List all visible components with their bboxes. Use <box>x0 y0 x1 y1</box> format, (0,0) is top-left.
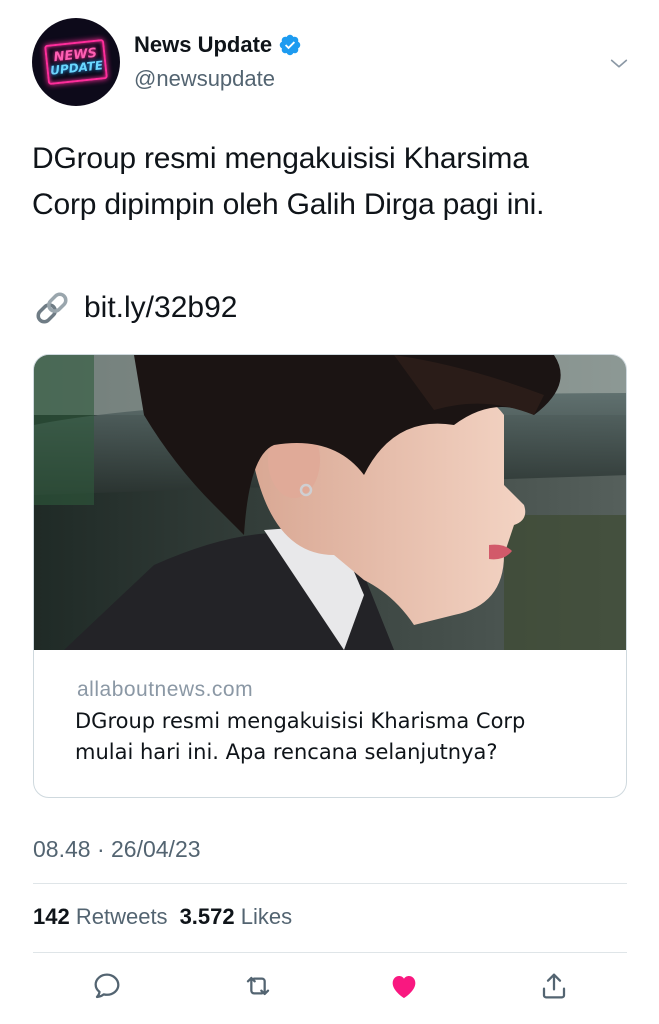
news-update-logo: NEWS UPDATE <box>44 38 108 86</box>
short-link[interactable]: bit.ly/32b92 <box>84 291 237 325</box>
share-icon <box>542 973 566 999</box>
reply-button[interactable] <box>89 968 125 1004</box>
likes-count: 3.572 <box>179 904 235 929</box>
tweet-link-row: bit.ly/32b92 <box>32 288 237 328</box>
user-handle[interactable]: @newsupdate <box>134 66 275 92</box>
tweet-header: NEWS UPDATE News Update @newsupdate <box>32 18 632 108</box>
name-row: News Update <box>134 32 302 58</box>
retweets-stat[interactable]: 142 Retweets <box>33 904 168 930</box>
avatar[interactable]: NEWS UPDATE <box>32 18 120 106</box>
tweet-timestamp[interactable]: 08.48 · 26/04/23 <box>33 836 201 863</box>
card-image <box>34 355 626 650</box>
chevron-down-icon[interactable] <box>608 53 630 75</box>
tweet-text-line: DGroup resmi mengakuisisi Kharsima <box>32 142 529 175</box>
retweet-icon <box>246 976 270 996</box>
card-title-line: mulai hari ini. Apa rencana selanjutnya? <box>75 740 498 764</box>
card-domain: allaboutnews.com <box>77 678 254 701</box>
card-title-line: DGroup resmi mengakuisisi Kharisma Corp <box>75 709 526 733</box>
action-bar <box>0 968 659 1008</box>
tweet-text: DGroup resmi mengakuisisi Kharsima Corp … <box>32 136 632 228</box>
divider <box>33 883 627 884</box>
engagement-stats: 142 Retweets 3.572 Likes <box>33 904 292 930</box>
divider <box>33 952 627 953</box>
display-name[interactable]: News Update <box>134 32 272 58</box>
likes-stat[interactable]: 3.572 Likes <box>180 904 293 930</box>
card-title: DGroup resmi mengakuisisi Kharisma Corp … <box>75 706 615 768</box>
like-icon <box>392 976 416 998</box>
reply-icon <box>94 973 120 999</box>
verified-badge-icon <box>279 34 301 56</box>
link-icon <box>36 292 68 324</box>
retweet-button[interactable] <box>240 968 276 1004</box>
retweets-count: 142 <box>33 904 70 929</box>
retweets-label: Retweets <box>75 904 168 929</box>
like-button[interactable] <box>386 968 422 1004</box>
likes-label: Likes <box>240 904 293 929</box>
share-button[interactable] <box>536 968 572 1004</box>
tweet-text-line: Corp dipimpin oleh Galih Dirga pagi ini. <box>32 188 545 221</box>
